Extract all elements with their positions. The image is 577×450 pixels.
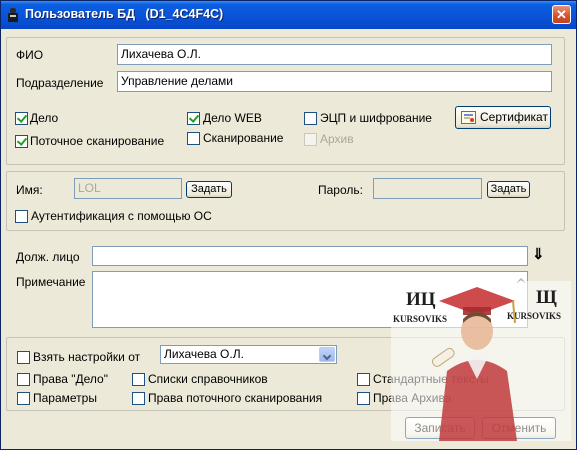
archive-label: Архив [320,132,354,146]
certificate-label: Сертификат [480,110,548,124]
department-label: Подразделение [16,76,104,90]
take-settings-label[interactable]: Взять настройки от [33,350,140,364]
name-field: LOL [74,178,182,199]
reference-lists-checkbox[interactable] [132,373,145,386]
stream-scan-rights-checkbox[interactable] [132,392,145,405]
stream-scan-rights-label[interactable]: Права поточного сканирования [148,391,322,405]
scan-label[interactable]: Сканирование [203,131,283,145]
take-settings-value: Лихачева О.Л. [164,347,244,361]
os-auth-label[interactable]: Аутентификация с помощью ОС [31,209,212,223]
delo-web-checkbox[interactable] [187,112,200,125]
parameters-label[interactable]: Параметры [33,391,97,405]
official-field[interactable] [92,246,528,266]
title-bar[interactable]: Пользователь БД (D1_4C4F4C) ✕ [1,1,576,29]
delo-web-label[interactable]: Дело WEB [203,111,262,125]
note-scroll-up-icon[interactable] [514,274,528,288]
department-field[interactable]: Управление делами [117,71,552,92]
scan-checkbox[interactable] [187,132,200,145]
delo-checkbox[interactable] [15,112,28,125]
stream-scan-label[interactable]: Поточное сканирование [30,134,164,148]
fio-field[interactable]: Лихачева О.Л. [117,44,552,65]
rights-delo-checkbox[interactable] [17,373,30,386]
take-settings-checkbox[interactable] [17,351,30,364]
standard-texts-checkbox[interactable] [357,373,370,386]
note-label: Примечание [16,275,86,289]
certificate-button[interactable]: Сертификат [455,106,551,129]
rights-delo-label[interactable]: Права "Дело" [33,372,108,386]
close-icon: ✕ [556,7,567,22]
fio-label: ФИО [16,48,44,62]
close-button[interactable]: ✕ [552,5,571,24]
parameters-checkbox[interactable] [17,392,30,405]
reference-lists-label[interactable]: Списки справочников [148,372,268,386]
archive-checkbox [304,133,317,146]
official-label: Долж. лицо [16,250,80,264]
ecp-label[interactable]: ЭЦП и шифрование [320,111,432,125]
save-button[interactable]: Записать [405,417,475,439]
password-field [373,178,482,199]
cancel-button[interactable]: Отменить [482,417,556,439]
delo-label[interactable]: Дело [30,111,58,125]
user-db-icon [8,8,18,22]
name-set-button[interactable]: Задать [186,181,232,198]
dialog-window: Пользователь БД (D1_4C4F4C) ✕ ФИО Лихаче… [0,0,577,450]
certificate-icon [461,111,476,124]
password-label: Пароль: [318,183,363,197]
take-settings-select[interactable]: Лихачева О.Л. [160,345,337,364]
name-label: Имя: [16,183,43,197]
archive-rights-label[interactable]: Права Архива [373,391,451,405]
chevron-down-icon[interactable] [319,347,335,362]
archive-rights-checkbox[interactable] [357,392,370,405]
stream-scan-checkbox[interactable] [15,135,28,148]
standard-texts-label[interactable]: Стандартные тексты [373,372,489,386]
note-field[interactable] [92,271,528,328]
ecp-checkbox[interactable] [304,112,317,125]
select-official-arrow-icon[interactable]: ⇓ [532,246,545,264]
password-set-button[interactable]: Задать [487,181,530,198]
os-auth-checkbox[interactable] [15,210,28,223]
window-title: Пользователь БД (D1_4C4F4C) [25,7,224,21]
watermark-right-mark: Щ [536,287,557,308]
